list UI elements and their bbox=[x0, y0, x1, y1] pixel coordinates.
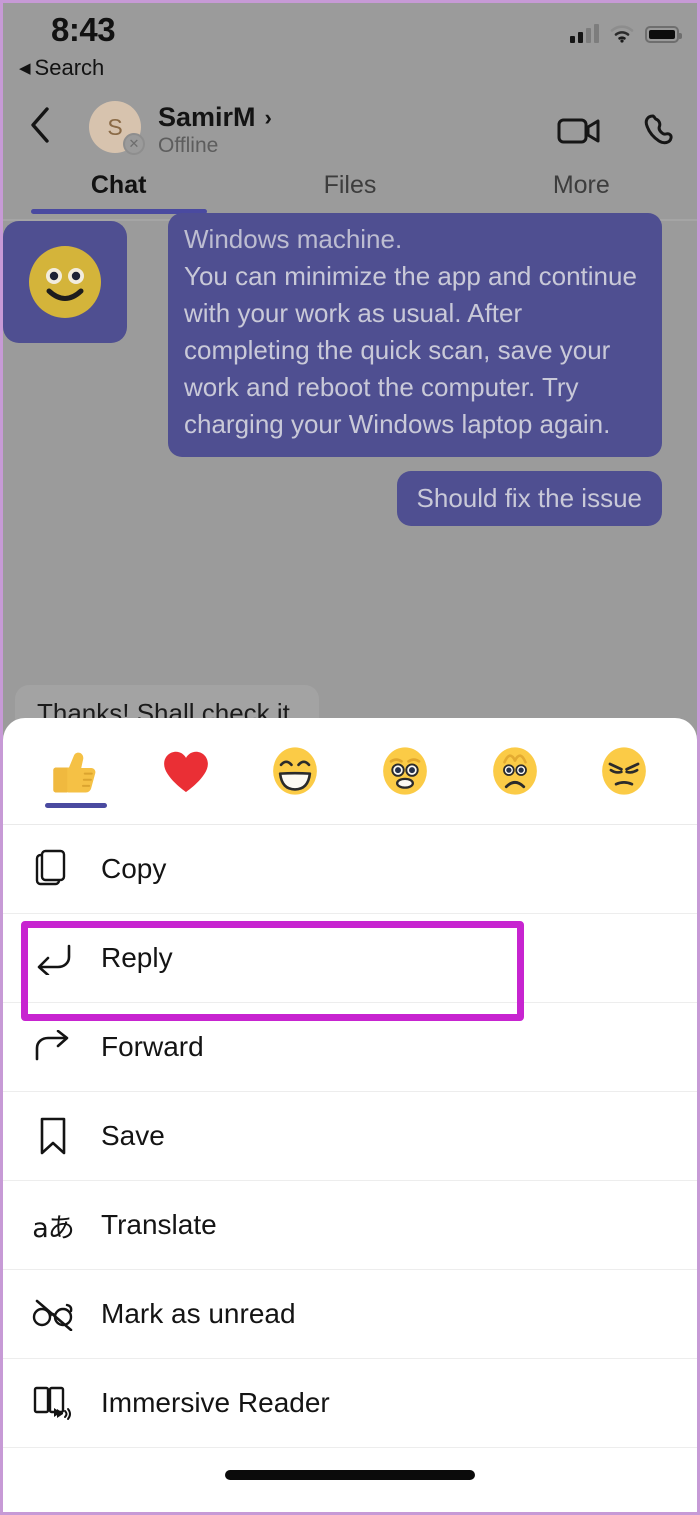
message-clipped-line: Windows machine. bbox=[184, 224, 403, 254]
phone-screen: 8:43 ◀ Search S ✕ SamirM › Offline Chat … bbox=[0, 0, 700, 1515]
peer-info[interactable]: SamirM › Offline bbox=[158, 102, 272, 158]
bookmark-icon bbox=[27, 1110, 79, 1162]
angry-emoji bbox=[602, 747, 647, 795]
reaction-sad[interactable] bbox=[460, 718, 570, 824]
back-triangle-icon: ◀ bbox=[19, 59, 31, 77]
sad-emoji bbox=[492, 747, 537, 795]
tab-chat-label: Chat bbox=[90, 171, 147, 199]
menu-item-label: Copy bbox=[101, 853, 167, 884]
cellular-signal-icon bbox=[570, 23, 599, 43]
reaction-thumbs-up[interactable] bbox=[21, 718, 131, 824]
video-camera-icon[interactable] bbox=[557, 115, 601, 152]
forward-arrow-icon bbox=[27, 1021, 79, 1073]
status-bar-clock: 8:43 bbox=[51, 11, 116, 48]
message-text: Should fix the issue bbox=[416, 483, 642, 513]
reaction-laugh[interactable] bbox=[240, 718, 350, 824]
chevron-right-icon: › bbox=[264, 104, 272, 130]
message-bubble-outgoing-long[interactable]: Windows machine. You can minimize the ap… bbox=[168, 213, 662, 457]
tab-files[interactable]: Files bbox=[234, 169, 465, 200]
menu-item-save[interactable]: Save bbox=[3, 1092, 697, 1181]
avatar-initial: S bbox=[107, 113, 123, 140]
message-actions-sheet: Copy Reply Forward Save aあ Translate Mar… bbox=[3, 718, 697, 1512]
thumbs-up-emoji bbox=[53, 752, 96, 793]
menu-item-forward[interactable]: Forward bbox=[3, 1003, 697, 1092]
back-button[interactable] bbox=[23, 105, 57, 145]
offline-x-icon: ✕ bbox=[123, 133, 145, 155]
menu-item-label: Forward bbox=[101, 1031, 204, 1062]
message-bubble-should-fix[interactable]: Should fix the issue bbox=[396, 471, 662, 526]
message-text: You can minimize the app and continue wi… bbox=[184, 261, 637, 439]
battery-icon bbox=[645, 26, 682, 43]
immersive-reader-icon bbox=[27, 1377, 79, 1429]
tab-chat[interactable]: Chat bbox=[3, 169, 234, 214]
back-to-search-link[interactable]: ◀ Search bbox=[19, 55, 104, 81]
translate-icon: aあ bbox=[27, 1199, 79, 1251]
back-to-search-label: Search bbox=[34, 55, 105, 80]
status-bar-icons bbox=[570, 23, 682, 43]
reply-arrow-icon bbox=[27, 932, 79, 984]
menu-item-label: Translate bbox=[101, 1209, 217, 1240]
tab-more[interactable]: More bbox=[466, 169, 697, 200]
reaction-heart[interactable] bbox=[131, 718, 241, 824]
reaction-angry[interactable] bbox=[569, 718, 679, 824]
menu-item-label: Reply bbox=[101, 942, 173, 973]
menu-item-immersive-reader[interactable]: Immersive Reader bbox=[3, 1359, 697, 1448]
glasses-slash-icon bbox=[27, 1288, 79, 1340]
chat-nav-bar: S ✕ SamirM › Offline bbox=[3, 89, 697, 161]
home-indicator-bar[interactable] bbox=[225, 1470, 475, 1480]
laugh-emoji bbox=[273, 747, 318, 795]
menu-item-copy[interactable]: Copy bbox=[3, 825, 697, 914]
tab-files-label: Files bbox=[323, 171, 377, 199]
copy-icon bbox=[27, 843, 79, 895]
message-bubble-sticker[interactable] bbox=[3, 221, 127, 343]
menu-item-translate[interactable]: aあ Translate bbox=[3, 1181, 697, 1270]
action-menu: Copy Reply Forward Save aあ Translate Mar… bbox=[3, 824, 697, 1448]
nav-actions bbox=[557, 113, 675, 154]
translate-icon-text: aあ bbox=[32, 1212, 75, 1244]
reaction-bar bbox=[3, 718, 697, 824]
peer-status: Offline bbox=[158, 134, 219, 157]
heart-emoji bbox=[163, 751, 208, 792]
reaction-surprised[interactable] bbox=[350, 718, 460, 824]
wifi-icon bbox=[610, 25, 634, 43]
menu-item-mark-as-unread[interactable]: Mark as unread bbox=[3, 1270, 697, 1359]
home-indicator-area bbox=[3, 1448, 697, 1512]
peer-name: SamirM bbox=[158, 102, 256, 132]
smiling-face-emoji bbox=[29, 246, 101, 318]
menu-item-label: Immersive Reader bbox=[101, 1387, 330, 1418]
surprised-emoji bbox=[382, 747, 427, 795]
phone-icon[interactable] bbox=[641, 113, 675, 154]
menu-item-label: Mark as unread bbox=[101, 1298, 296, 1329]
peer-name-row: SamirM › bbox=[158, 102, 272, 133]
menu-item-reply[interactable]: Reply bbox=[3, 914, 697, 1003]
reaction-selected-indicator bbox=[44, 803, 107, 808]
menu-item-label: Save bbox=[101, 1120, 165, 1151]
status-bar: 8:43 bbox=[3, 3, 697, 61]
tab-more-label: More bbox=[552, 171, 610, 199]
